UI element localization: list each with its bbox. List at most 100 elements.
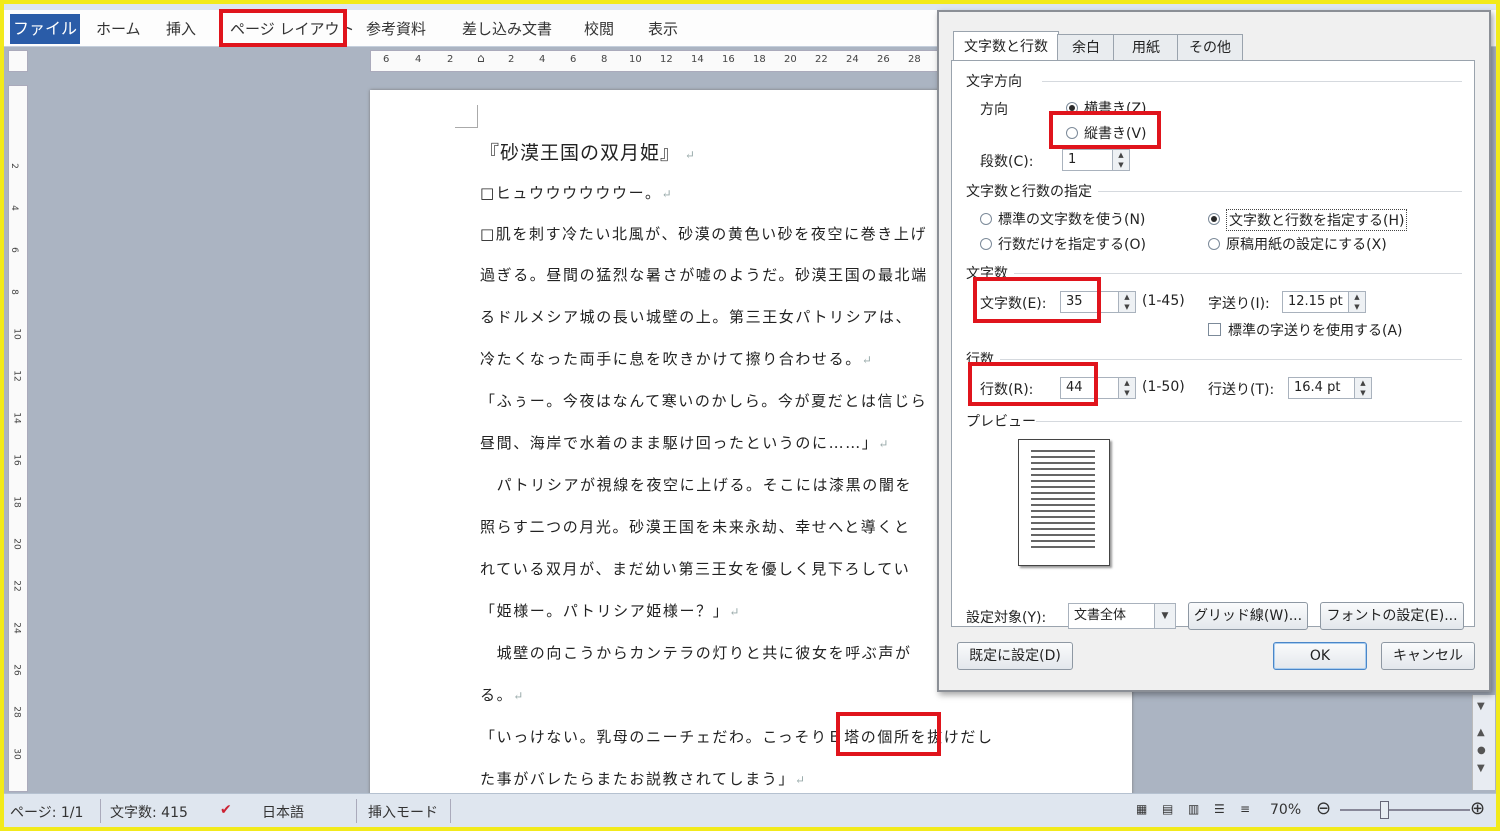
label-lines-only[interactable]: 行数だけを指定する(O) [998,234,1146,254]
direction-label: 方向 [980,102,1008,118]
ruler-tick: 10 [11,328,22,340]
grid-lines-button[interactable]: グリッド線(W)... [1188,602,1308,630]
ruler-tick: 4 [8,205,19,211]
radio-chars-and-lines[interactable] [1208,213,1220,225]
tab-paper[interactable]: 用紙 [1113,34,1179,61]
columns-spinner[interactable]: 1 ▲ ▼ [1062,149,1130,171]
tab-chars-lines[interactable]: 文字数と行数 [953,31,1059,62]
char-pitch-spinner[interactable]: 12.15 pt ▲ ▼ [1282,291,1366,313]
chevron-down-icon[interactable]: ▼ [1154,604,1175,628]
page-count[interactable]: ページ: 1/1 [10,802,83,822]
insert-mode[interactable]: 挿入モード [368,802,438,822]
font-settings-button[interactable]: フォントの設定(E)... [1320,602,1464,630]
dialog-panel: 文字方向 方向 横書き(Z) 縦書き(V) 段数(C): 1 ▲ ▼ 文字数と行数の… [951,60,1475,630]
ruler-tick: 8 [8,289,19,295]
label-standard-pitch[interactable]: 標準の字送りを使用する(A) [1228,320,1403,340]
ruler-tick: 26 [877,54,890,65]
line-pitch-label: 行送り(T): [1208,382,1275,398]
tab-margins[interactable]: 余白 [1057,34,1115,61]
scroll-down-icon[interactable]: ▼ [1477,701,1485,712]
tab-file[interactable]: ファイル [10,14,80,44]
radio-standard-chars[interactable] [980,213,992,225]
doc-line: 過ぎる。昼間の猛烈な暑さが嘘のようだ。砂漠王国の最北端 [480,266,928,284]
doc-line: パトリシアが視線を夜空に上げる。そこには漆黒の闇を [480,476,913,494]
set-default-button[interactable]: 既定に設定(D) [957,642,1073,670]
tab-other[interactable]: その他 [1177,34,1243,61]
divider [1036,421,1462,422]
language[interactable]: 日本語 [262,802,304,822]
tab-view[interactable]: 表示 [648,18,678,40]
proofing-icon[interactable]: ✔ [220,802,232,818]
divider [1042,81,1462,82]
columns-label: 段数(C): [980,154,1034,170]
horizontal-ruler[interactable]: 6 4 2 ⌂ 2 4 6 8 10 12 14 16 18 20 22 24 … [370,50,947,72]
ruler-tick: 22 [815,54,828,65]
spin-arrows-icon[interactable]: ▲ ▼ [1348,292,1365,312]
divider [1014,273,1462,274]
tab-insert[interactable]: 挿入 [166,18,196,40]
print-layout-icon[interactable]: ▦ [1136,802,1147,816]
vertical-scrollbar[interactable]: ▼ ▲ ● ▼ [1472,695,1495,790]
web-layout-icon[interactable]: ▥ [1188,802,1199,816]
document-title: 『砂漠王国の双月姫』 ↵ [480,142,696,164]
zoom-slider-thumb[interactable] [1380,801,1389,819]
radio-lines-only[interactable] [980,238,992,250]
label-manuscript[interactable]: 原稿用紙の設定にする(X) [1226,234,1387,254]
doc-line: るドルメシア城の長い城壁の上。第三王女パトリシアは、 [480,308,913,326]
preview-page [1018,439,1110,566]
doc-line: 冷たくなった両手に息を吹きかけて擦り合わせる。↵ [480,350,874,368]
tab-mailings[interactable]: 差し込み文書 [462,18,552,40]
zoom-slider[interactable] [1340,809,1470,811]
highlight-vertical-option [1049,111,1161,149]
ruler-tick: 22 [11,580,22,592]
ruler-tick: 26 [11,664,22,676]
ruler-tick: 6 [8,247,19,253]
doc-line: 照らす二つの月光。砂漠王国を未来永劫、幸せへと導くと [480,518,911,536]
spin-arrows-icon[interactable]: ▲ ▼ [1112,150,1129,170]
browse-object-icon[interactable]: ● [1477,745,1486,756]
doc-line: 昼間、海岸で水着のまま駆け回ったというのに……」↵ [480,434,891,452]
checkbox-standard-pitch[interactable] [1208,323,1221,336]
doc-line: る。↵ [480,686,525,704]
label-standard-chars[interactable]: 標準の文字数を使う(N) [998,209,1145,229]
apply-to-select[interactable]: 文書全体 ▼ [1068,603,1176,629]
divider [450,799,451,823]
spin-arrows-icon[interactable]: ▲ ▼ [1118,378,1135,398]
line-pitch-spinner[interactable]: 16.4 pt ▲ ▼ [1288,377,1372,399]
radio-manuscript[interactable] [1208,238,1220,250]
zoom-level[interactable]: 70% [1270,802,1301,818]
ruler-tick: 24 [11,622,22,634]
ruler-tick: 18 [753,54,766,65]
prev-page-icon[interactable]: ▲ [1477,727,1485,738]
ruler-tick: 12 [11,370,22,382]
ruler-tick: 2 [8,163,19,169]
zoom-out-icon[interactable]: ⊖ [1316,798,1331,819]
divider [1098,191,1462,192]
highlight-page-layout [219,9,347,47]
next-page-icon[interactable]: ▼ [1477,763,1485,774]
spin-arrows-icon[interactable]: ▲ ▼ [1354,378,1371,398]
ruler-tick: 2 [508,54,515,65]
ok-button[interactable]: OK [1273,642,1367,670]
divider [356,799,357,823]
tab-home[interactable]: ホーム [96,18,141,40]
zoom-in-icon[interactable]: ⊕ [1470,798,1485,819]
ruler-tick: 16 [11,454,22,466]
label-chars-and-lines[interactable]: 文字数と行数を指定する(H) [1226,209,1408,231]
cancel-button[interactable]: キャンセル [1381,642,1475,670]
vertical-ruler[interactable]: 2 4 6 8 10 12 14 16 18 20 22 24 26 28 30 [8,85,28,792]
doc-line: た事がバレたらまたお説教されてしまう」↵ [480,770,807,788]
full-screen-icon[interactable]: ▤ [1162,802,1173,816]
ruler-tick: 6 [570,54,577,65]
spin-arrows-icon[interactable]: ▲ ▼ [1118,292,1135,312]
draft-icon[interactable]: ≡ [1240,802,1250,816]
divider [1000,359,1462,360]
indent-marker-icon[interactable]: ⌂ [477,51,485,65]
tab-selector[interactable] [8,50,28,72]
tab-references[interactable]: 参考資料 [366,18,426,40]
word-count[interactable]: 文字数: 415 [110,802,188,822]
page-setup-dialog: 文字数と行数 余白 用紙 その他 文字方向 方向 横書き(Z) 縦書き(V) 段… [937,10,1491,692]
tab-review[interactable]: 校閲 [584,18,614,40]
page-corner-mark [455,105,478,128]
outline-icon[interactable]: ☰ [1214,802,1225,816]
